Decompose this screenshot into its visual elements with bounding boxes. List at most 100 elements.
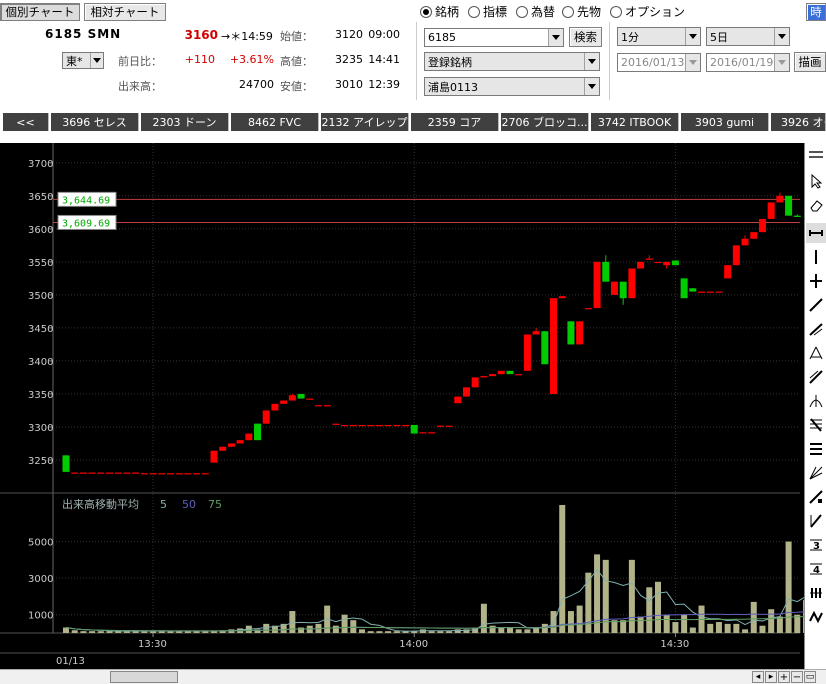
span-combo[interactable]: 5日 — [706, 27, 790, 46]
symbol-tab[interactable]: 2132 アイレップ — [321, 113, 409, 131]
cross-line-tool-icon[interactable] — [806, 271, 826, 291]
scroll-right-icon[interactable]: ▸ — [765, 671, 777, 683]
fib-arc-tool-icon[interactable] — [806, 391, 826, 411]
prev-tabs-button[interactable]: << — [3, 113, 49, 131]
span-value: 5日 — [710, 30, 728, 44]
chevron-down-icon[interactable] — [90, 53, 103, 68]
vertical-line-tool-icon[interactable] — [806, 247, 826, 267]
volume-ma-75: 75 — [208, 498, 222, 511]
radio-fx[interactable]: 為替 — [516, 3, 555, 20]
chevron-down-icon[interactable] — [774, 28, 789, 45]
chevron-down-icon[interactable] — [685, 28, 700, 45]
parallel-lines-tool-icon[interactable] — [806, 439, 826, 459]
change-value: +110 — [184, 53, 215, 66]
candle-body — [280, 400, 288, 404]
chevron-down-icon[interactable] — [584, 78, 599, 95]
radio-dot[interactable] — [516, 5, 528, 18]
to-date-combo[interactable]: 2016/01/19 — [706, 53, 790, 72]
symbol-tab[interactable]: 3742 ITBOOK — [591, 113, 679, 131]
current-price: 3160 — [184, 28, 218, 42]
list-combo[interactable]: 浦島0113 — [424, 77, 600, 96]
bars-tool-icon[interactable] — [806, 583, 826, 603]
time-tick-label: 14:30 — [660, 639, 689, 650]
volume-bar — [672, 622, 679, 633]
volume-bar — [385, 631, 392, 633]
trend-line-tool-icon[interactable] — [806, 295, 826, 315]
price-time: →＊14:59 — [221, 30, 273, 43]
candle-body — [593, 261, 601, 309]
volume-bar — [437, 631, 444, 633]
candle-body — [698, 291, 706, 293]
volume-bar — [367, 631, 374, 633]
scroll-thumb[interactable] — [110, 671, 178, 683]
volume-ma-50: 50 — [182, 498, 196, 511]
horizontal-scrollbar[interactable]: ◂ ▸ + − ▭ — [0, 669, 826, 684]
radio-dot[interactable] — [562, 5, 574, 18]
candle-body — [628, 268, 636, 299]
symbol-tab[interactable]: 2359 コア — [411, 113, 499, 131]
chevron-down-icon[interactable] — [584, 53, 599, 70]
time-tick-label: 13:30 — [138, 639, 167, 650]
radio-dot[interactable] — [610, 5, 622, 18]
symbol-tab[interactable]: 3926 オー — [771, 113, 826, 131]
search-button[interactable]: 検索 — [569, 27, 602, 47]
from-date-combo[interactable]: 2016/01/13 — [617, 53, 701, 72]
radio-dot[interactable] — [468, 5, 480, 18]
volume-bar — [655, 581, 661, 633]
grid-3-tool-icon[interactable]: 3 — [806, 535, 826, 555]
volume-bar — [628, 559, 635, 633]
regression-tool-icon[interactable] — [806, 511, 826, 531]
cursor-tool-icon[interactable] — [806, 171, 826, 191]
svg-text:3: 3 — [813, 541, 820, 552]
chevron-down-icon[interactable] — [685, 54, 700, 71]
zoom-in-icon[interactable]: + — [778, 671, 790, 683]
symbol-tab[interactable]: 2706 ブロッコ... — [501, 113, 589, 131]
horizontal-line-tool-icon[interactable] — [806, 223, 826, 243]
volume-bar — [393, 631, 400, 633]
candle-body — [506, 370, 514, 375]
draw-button[interactable]: 描画 — [794, 52, 826, 72]
candle-body — [489, 374, 497, 377]
zigzag-tool-icon[interactable] — [806, 607, 826, 627]
tab-relative-chart[interactable]: 相対チャート — [84, 3, 166, 21]
candlestick-chart[interactable]: 3250330033503400345035003550360036503700… — [0, 143, 826, 671]
eraser-tool-icon[interactable] — [806, 195, 826, 215]
grid-4-tool-icon[interactable]: 4 — [806, 559, 826, 579]
candle-body — [523, 334, 531, 371]
volume-bar — [681, 614, 688, 633]
symbol-tab[interactable]: 8462 FVC — [231, 113, 319, 131]
fan-tool-icon[interactable] — [806, 343, 826, 363]
zoom-out-icon[interactable]: − — [791, 671, 803, 683]
symbol-tab[interactable]: 3696 セレス — [51, 113, 139, 131]
radio-index[interactable]: 指標 — [468, 3, 507, 20]
tab-individual-chart[interactable]: 個別チャート — [0, 3, 80, 21]
code-combo[interactable]: 6185 — [424, 28, 564, 47]
channel-tool-icon[interactable] — [806, 367, 826, 387]
chevron-down-icon[interactable] — [774, 54, 789, 71]
tab-time[interactable]: 時 — [806, 3, 826, 21]
market-select[interactable]: 東* — [62, 52, 104, 69]
radio-options[interactable]: オプション — [610, 3, 685, 20]
candle-body — [445, 425, 453, 427]
ray-line-tool-icon[interactable] — [806, 319, 826, 339]
price-tick-label: 3350 — [28, 390, 53, 401]
chevron-down-icon[interactable] — [548, 29, 563, 46]
toolbar-grip-icon[interactable] — [806, 145, 826, 165]
fib-retracement-tool-icon[interactable] — [806, 415, 826, 435]
time-tick-label: 14:00 — [399, 639, 428, 650]
interval-combo[interactable]: 1分 — [617, 27, 701, 46]
radio-futures[interactable]: 先物 — [562, 3, 601, 20]
cycle-tool-icon[interactable] — [806, 487, 826, 507]
volume-bar — [559, 505, 566, 633]
high-time: 14:41 — [368, 53, 400, 66]
radio-stock[interactable]: 銘柄 — [420, 3, 459, 20]
registered-combo[interactable]: 登録銘柄 — [424, 52, 600, 71]
candle-body — [341, 424, 349, 427]
radio-dot[interactable] — [420, 5, 432, 18]
symbol-tab[interactable]: 2303 ドーン — [141, 113, 229, 131]
scroll-left-icon[interactable]: ◂ — [752, 671, 764, 683]
gann-tool-icon[interactable] — [806, 463, 826, 483]
zoom-reset-icon[interactable]: ▭ — [804, 671, 816, 683]
candle-body — [602, 261, 610, 282]
symbol-tab[interactable]: 3903 gumi — [681, 113, 769, 131]
